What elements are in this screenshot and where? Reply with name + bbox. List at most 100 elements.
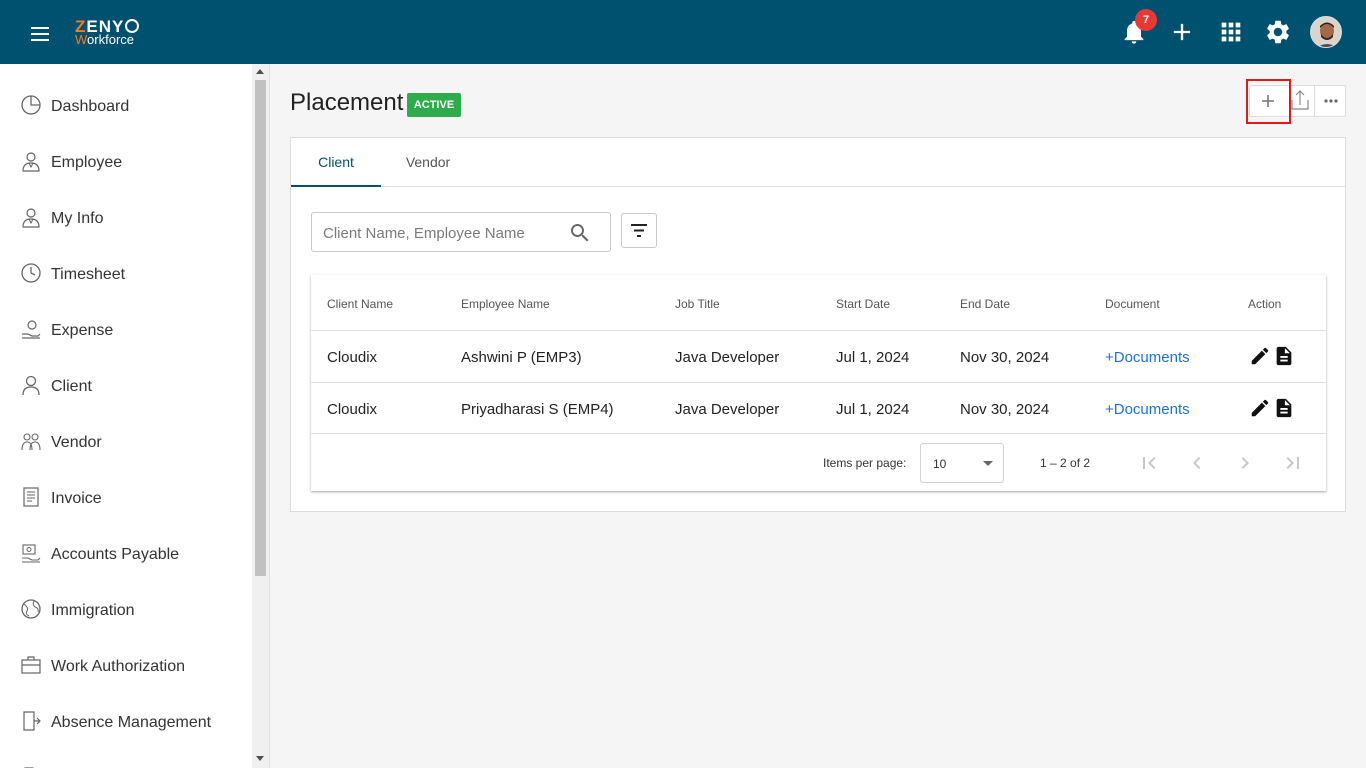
column-header-action[interactable]: Action [1248, 297, 1281, 311]
more-options-button[interactable] [1314, 86, 1346, 116]
search-input[interactable] [323, 221, 563, 245]
accounts-payable-icon [20, 542, 42, 564]
last-page-icon[interactable] [1281, 451, 1305, 475]
items-per-page-select[interactable]: 10 [920, 443, 1004, 483]
sidebar-item-label: Immigration [51, 602, 135, 619]
edit-pencil-icon[interactable] [1249, 397, 1271, 419]
column-header-start-date[interactable]: Start Date [836, 297, 890, 311]
sidebar-item-vendor[interactable]: Vendor [0, 410, 252, 466]
sidebar-item-label: Absence Management [51, 714, 212, 731]
cell-employee: Priyadharasi S (EMP4) [461, 401, 614, 418]
cell-job: Java Developer [675, 401, 780, 418]
dropdown-arrow-icon [983, 461, 993, 466]
add-documents-link[interactable]: +Documents [1105, 401, 1190, 418]
clock-icon [20, 262, 42, 284]
items-per-page-label: Items per page: [823, 456, 907, 470]
sidebar-item-files[interactable]: Files [0, 746, 252, 768]
column-header-job-title[interactable]: Job Title [675, 297, 720, 311]
sidebar-item-absence-management[interactable]: Absence Management [0, 690, 252, 746]
settings-gear-icon[interactable] [1264, 18, 1292, 46]
placement-card: Client Vendor Items per page: 10 1 – 2 o… [290, 137, 1346, 512]
column-header-client-name[interactable]: Client Name [327, 297, 393, 311]
sidebar-scrollbar[interactable] [252, 64, 269, 768]
cell-end: Nov 30, 2024 [960, 401, 1050, 418]
table-row[interactable]: Cloudix Ashwini P (EMP3) Java Developer Jul… [311, 330, 1326, 382]
sidebar-item-label: Employee [51, 154, 123, 171]
tab-bar: Client Vendor [291, 138, 1345, 187]
paginator: Items per page: 10 1 – 2 of 2 [311, 433, 1326, 491]
app-logo[interactable]: ZENY Workforce [75, 18, 155, 48]
sidebar-item-dashboard[interactable]: Dashboard [0, 74, 252, 130]
sidebar-item-label: My Info [51, 210, 104, 227]
sidebar-item-label: Timesheet [51, 266, 126, 283]
sidebar-item-label: Vendor [51, 434, 102, 451]
sidebar-item-client[interactable]: Client [0, 354, 252, 410]
sidebar-item-invoice[interactable]: Invoice [0, 466, 252, 522]
next-page-icon[interactable] [1233, 451, 1257, 475]
document-icon[interactable] [1273, 345, 1295, 367]
previous-page-icon[interactable] [1185, 451, 1209, 475]
sidebar-item-label: Dashboard [51, 98, 130, 115]
sidebar-item-work-authorization[interactable]: Work Authorization [0, 634, 252, 690]
sidebar-nav: Files Absence Management Work Authorizatio… [0, 64, 270, 768]
add-documents-link[interactable]: +Documents [1105, 349, 1190, 366]
user-avatar[interactable] [1310, 16, 1342, 48]
document-icon[interactable] [1273, 397, 1295, 419]
sidebar-item-label: Invoice [51, 490, 102, 507]
my-info-icon [20, 206, 42, 228]
sidebar-item-timesheet[interactable]: Timesheet [0, 242, 252, 298]
apps-grid-icon[interactable] [1217, 18, 1245, 46]
top-app-bar: ZENY Workforce 7 [0, 0, 1366, 64]
page-title: Placement [290, 89, 404, 116]
sidebar-item-label: Accounts Payable [51, 546, 180, 563]
briefcase-icon [20, 654, 42, 676]
cell-client: Cloudix [327, 349, 378, 366]
export-button[interactable] [1286, 86, 1314, 116]
menu-icon[interactable] [28, 21, 52, 45]
items-per-page-value: 10 [933, 457, 947, 471]
search-field [311, 212, 611, 252]
logo-subtext: Workforce [75, 32, 135, 47]
cell-end: Nov 30, 2024 [960, 349, 1050, 366]
sidebar-scrollbar-thumb[interactable] [255, 80, 266, 576]
table-row[interactable]: Cloudix Priyadharasi S (EMP4) Java Develop… [311, 382, 1326, 434]
exit-door-icon [20, 710, 42, 732]
column-header-end-date[interactable]: End Date [960, 297, 1010, 311]
sidebar-item-accounts-payable[interactable]: Accounts Payable [0, 522, 252, 578]
first-page-icon[interactable] [1137, 451, 1161, 475]
sidebar-item-label: Expense [51, 322, 114, 339]
notification-count-badge: 7 [1135, 9, 1157, 31]
column-header-document[interactable]: Document [1105, 297, 1160, 311]
scroll-up-arrow-icon[interactable] [256, 69, 264, 74]
globe-icon [20, 598, 42, 620]
page-range-label: 1 – 2 of 2 [1040, 456, 1091, 470]
cell-employee: Ashwini P (EMP3) [461, 349, 582, 366]
sidebar-item-label: Work Authorization [51, 658, 185, 675]
sidebar-item-label: Client [51, 378, 92, 395]
person-icon [20, 374, 42, 396]
sidebar-item-expense[interactable]: Expense [0, 298, 252, 354]
search-icon[interactable] [568, 221, 592, 245]
sidebar-item-employee[interactable]: Employee [0, 130, 252, 186]
vendor-icon [20, 430, 42, 452]
add-placement-button[interactable] [1250, 86, 1286, 116]
tab-client[interactable]: Client [291, 138, 381, 187]
status-badge: ACTIVE [407, 93, 461, 117]
expense-icon [20, 318, 42, 340]
scroll-down-arrow-icon[interactable] [256, 756, 264, 761]
invoice-icon [20, 486, 42, 508]
cell-start: Jul 1, 2024 [836, 349, 910, 366]
filter-icon [631, 224, 647, 237]
sidebar-item-immigration[interactable]: Immigration [0, 578, 252, 634]
placement-table: Items per page: 10 1 – 2 of 2 Client Nam… [311, 275, 1326, 491]
page-action-buttons [1249, 85, 1346, 117]
tab-vendor[interactable]: Vendor [381, 138, 475, 187]
sidebar-item-my-info[interactable]: My Info [0, 186, 252, 242]
filter-button[interactable] [621, 213, 657, 248]
column-header-employee-name[interactable]: Employee Name [461, 297, 550, 311]
employee-icon [20, 150, 42, 172]
cell-start: Jul 1, 2024 [836, 401, 910, 418]
edit-pencil-icon[interactable] [1249, 345, 1271, 367]
add-icon[interactable] [1168, 18, 1196, 46]
clock-pie-icon [20, 94, 42, 116]
